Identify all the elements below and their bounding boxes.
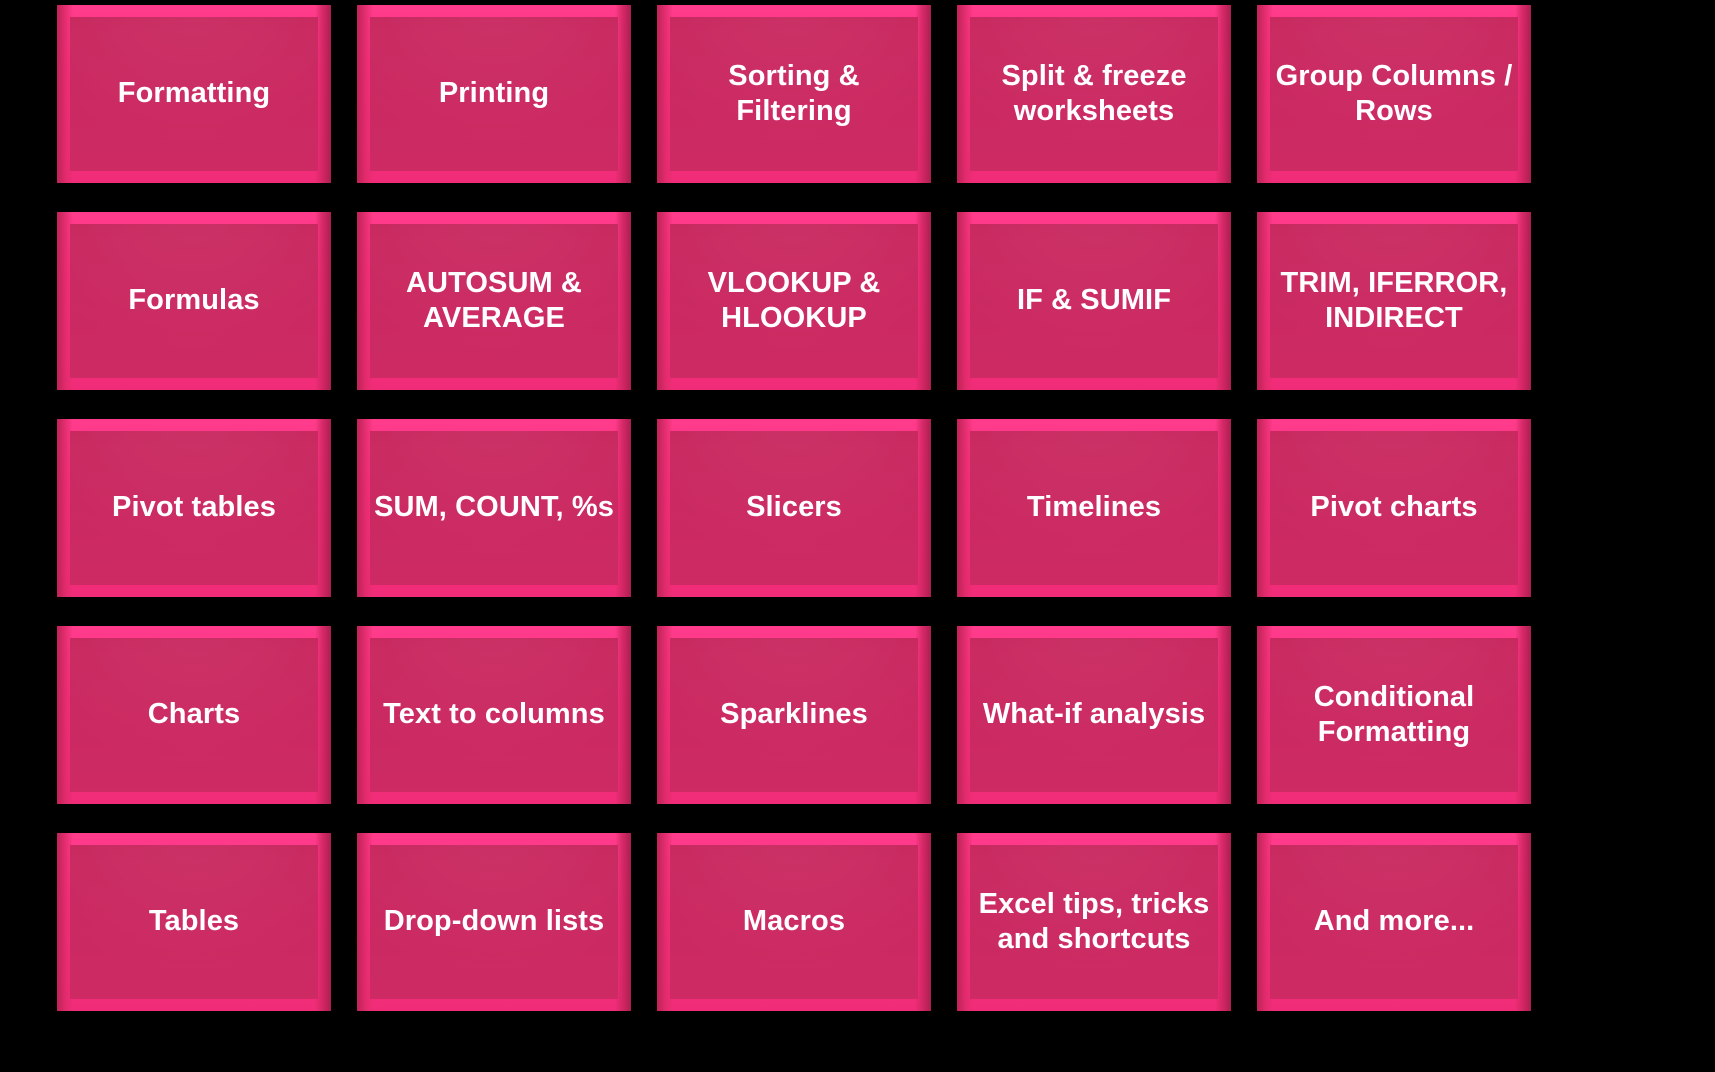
tile-label: Charts bbox=[147, 698, 241, 731]
tile-face: Timelines bbox=[957, 419, 1231, 597]
tile-label: Split & freeze worksheets bbox=[1001, 59, 1187, 127]
topic-tile[interactable]: TRIM, IFERROR, INDIRECT bbox=[1257, 212, 1531, 390]
tile-face: AUTOSUM & AVERAGE bbox=[357, 212, 631, 390]
tile-label: What-if analysis bbox=[982, 698, 1206, 731]
tile-face: VLOOKUP & HLOOKUP bbox=[657, 212, 931, 390]
tile-face: TRIM, IFERROR, INDIRECT bbox=[1257, 212, 1531, 390]
tile-label: Pivot tables bbox=[112, 491, 276, 524]
topic-tile[interactable]: Pivot charts bbox=[1257, 419, 1531, 597]
tile-label: Sorting & Filtering bbox=[728, 59, 860, 127]
topic-tile[interactable]: AUTOSUM & AVERAGE bbox=[357, 212, 631, 390]
topic-tile[interactable]: And more... bbox=[1257, 833, 1531, 1011]
topic-tile[interactable]: Slicers bbox=[657, 419, 931, 597]
tile-face: Excel tips, tricks and shortcuts bbox=[957, 833, 1231, 1011]
tile-label: Tables bbox=[148, 905, 240, 938]
topic-tile[interactable]: Sorting & Filtering bbox=[657, 5, 931, 183]
tile-label: TRIM, IFERROR, INDIRECT bbox=[1280, 266, 1508, 334]
tile-face: Split & freeze worksheets bbox=[957, 5, 1231, 183]
topic-tile[interactable]: Printing bbox=[357, 5, 631, 183]
tile-face: Pivot charts bbox=[1257, 419, 1531, 597]
topic-tile[interactable]: Tables bbox=[57, 833, 331, 1011]
topic-tile[interactable]: SUM, COUNT, %s bbox=[357, 419, 631, 597]
topic-tile[interactable]: Formatting bbox=[57, 5, 331, 183]
tile-face: Slicers bbox=[657, 419, 931, 597]
topic-tile[interactable]: Pivot tables bbox=[57, 419, 331, 597]
tile-label: Drop-down lists bbox=[383, 905, 605, 938]
tile-face: Tables bbox=[57, 833, 331, 1011]
topic-tile[interactable]: IF & SUMIF bbox=[957, 212, 1231, 390]
tile-label: IF & SUMIF bbox=[1016, 284, 1172, 317]
tile-face: Text to columns bbox=[357, 626, 631, 804]
tile-face: Group Columns / Rows bbox=[1257, 5, 1531, 183]
topic-tile[interactable]: Text to columns bbox=[357, 626, 631, 804]
tile-label: Sparklines bbox=[720, 698, 868, 731]
tile-label: Excel tips, tricks and shortcuts bbox=[978, 887, 1210, 955]
tile-label: VLOOKUP & HLOOKUP bbox=[707, 266, 881, 334]
tile-label: Text to columns bbox=[383, 698, 605, 731]
tile-board: Formatting Printing Sorting & Filtering … bbox=[0, 0, 1715, 1072]
tile-label: And more... bbox=[1313, 905, 1475, 938]
topic-tile[interactable]: Conditional Formatting bbox=[1257, 626, 1531, 804]
topic-tile[interactable]: Group Columns / Rows bbox=[1257, 5, 1531, 183]
tile-label: Formatting bbox=[117, 77, 271, 110]
topic-tile[interactable]: What-if analysis bbox=[957, 626, 1231, 804]
tile-face: Sorting & Filtering bbox=[657, 5, 931, 183]
tile-label: AUTOSUM & AVERAGE bbox=[406, 266, 582, 334]
tile-face: SUM, COUNT, %s bbox=[357, 419, 631, 597]
topic-tile[interactable]: Drop-down lists bbox=[357, 833, 631, 1011]
tile-face: Formulas bbox=[57, 212, 331, 390]
topic-tile[interactable]: Charts bbox=[57, 626, 331, 804]
tile-face: Printing bbox=[357, 5, 631, 183]
tile-face: Charts bbox=[57, 626, 331, 804]
tile-label: Conditional Formatting bbox=[1313, 680, 1475, 748]
topic-tile[interactable]: Excel tips, tricks and shortcuts bbox=[957, 833, 1231, 1011]
tile-face: Pivot tables bbox=[57, 419, 331, 597]
tile-face: And more... bbox=[1257, 833, 1531, 1011]
tile-face: Drop-down lists bbox=[357, 833, 631, 1011]
tile-face: Sparklines bbox=[657, 626, 931, 804]
topic-tile[interactable]: VLOOKUP & HLOOKUP bbox=[657, 212, 931, 390]
topic-tile[interactable]: Formulas bbox=[57, 212, 331, 390]
topic-tile[interactable]: Timelines bbox=[957, 419, 1231, 597]
tile-label: Pivot charts bbox=[1310, 491, 1478, 524]
topic-tile-grid: Formatting Printing Sorting & Filtering … bbox=[57, 5, 1655, 1013]
tile-face: IF & SUMIF bbox=[957, 212, 1231, 390]
topic-tile[interactable]: Split & freeze worksheets bbox=[957, 5, 1231, 183]
tile-label: Timelines bbox=[1026, 491, 1162, 524]
topic-tile[interactable]: Macros bbox=[657, 833, 931, 1011]
tile-label: Printing bbox=[438, 77, 550, 110]
tile-face: What-if analysis bbox=[957, 626, 1231, 804]
topic-tile[interactable]: Sparklines bbox=[657, 626, 931, 804]
tile-label: Formulas bbox=[128, 284, 260, 317]
tile-face: Conditional Formatting bbox=[1257, 626, 1531, 804]
tile-label: SUM, COUNT, %s bbox=[374, 491, 614, 524]
tile-label: Macros bbox=[742, 905, 846, 938]
tile-face: Macros bbox=[657, 833, 931, 1011]
tile-label: Slicers bbox=[746, 491, 842, 524]
tile-face: Formatting bbox=[57, 5, 331, 183]
tile-label: Group Columns / Rows bbox=[1275, 59, 1513, 127]
